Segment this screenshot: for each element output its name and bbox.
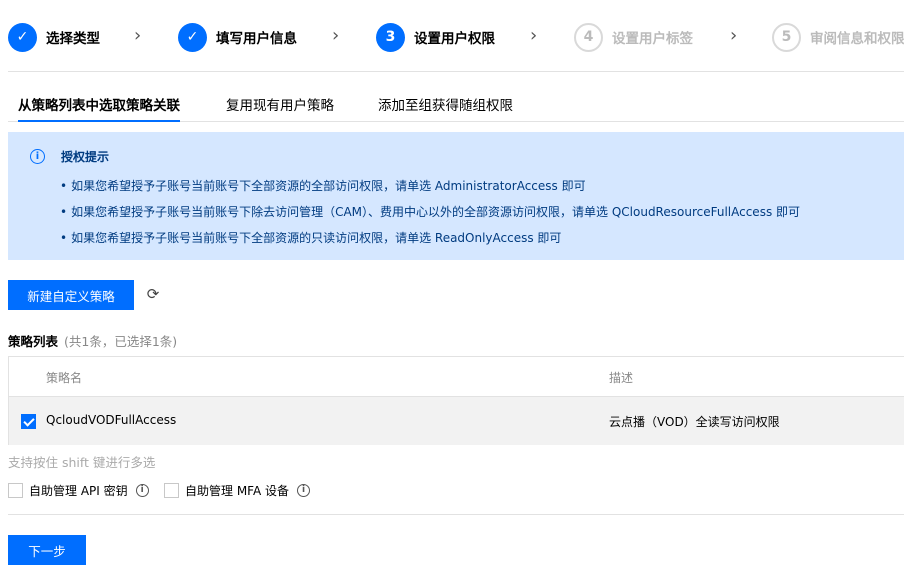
policy-list-header: 策略列表 (共1条，已选择1条) xyxy=(8,331,177,350)
policy-description: 云点播（VOD）全读写访问权限 xyxy=(609,415,780,429)
notice-line: 如果您希望授予子账号当前账号下除去访问管理（CAM）、费用中心以外的全部资源访问… xyxy=(60,203,800,220)
next-step-button[interactable]: 下一步 xyxy=(8,535,86,565)
refresh-icon[interactable]: ⟳ xyxy=(144,285,162,303)
api-key-checkbox[interactable] xyxy=(8,482,23,498)
notice-title: 授权提示 xyxy=(61,150,110,164)
step-label: 设置用户权限 xyxy=(414,31,495,47)
policy-tabs: 从策略列表中选取策略关联 复用现有用户策略 添加至组获得随组权限 xyxy=(8,96,904,122)
table-row[interactable]: QcloudVODFullAccess 云点播（VOD）全读写访问权限 xyxy=(9,397,904,445)
step-number: 5 xyxy=(772,22,801,52)
mfa-device-checkbox[interactable] xyxy=(164,482,179,498)
chevron-right-icon: › xyxy=(530,25,538,46)
chevron-right-icon: › xyxy=(730,25,738,46)
step-set-permissions: 3 设置用户权限 xyxy=(376,22,495,52)
divider xyxy=(8,71,904,72)
chevron-right-icon: › xyxy=(134,25,142,46)
option-label: 自助管理 API 密钥 xyxy=(29,483,128,498)
step-review: 5 审阅信息和权限 xyxy=(772,22,904,52)
table-header: 策略名 描述 xyxy=(9,357,904,397)
step-done-check-icon: ✓ xyxy=(8,22,37,52)
policy-list-title: 策略列表 xyxy=(8,334,59,349)
chevron-right-icon: › xyxy=(332,25,340,46)
step-label: 选择类型 xyxy=(46,31,100,47)
policy-table: 策略名 描述 QcloudVODFullAccess 云点播（VOD）全读写访问… xyxy=(8,356,904,445)
option-label: 自助管理 MFA 设备 xyxy=(185,483,289,498)
step-indicator: ✓ 选择类型 › ✓ 填写用户信息 › 3 设置用户权限 › 4 设置用户标签 … xyxy=(8,22,904,52)
option-mfa-device[interactable]: 自助管理 MFA 设备 i xyxy=(164,481,310,499)
tab-reuse-user-policy[interactable]: 复用现有用户策略 xyxy=(226,96,334,121)
row-checkbox[interactable] xyxy=(21,414,36,429)
tab-add-to-group[interactable]: 添加至组获得随组权限 xyxy=(378,96,513,121)
step-done-check-icon: ✓ xyxy=(178,22,207,52)
info-icon[interactable]: i xyxy=(297,483,310,497)
policy-name: QcloudVODFullAccess xyxy=(46,413,177,427)
authorization-notice: i 授权提示 如果您希望授予子账号当前账号下全部资源的全部访问权限，请单选 Ad… xyxy=(8,132,904,260)
step-user-tags: 4 设置用户标签 xyxy=(574,22,693,52)
step-number: 4 xyxy=(574,22,603,52)
column-header-description: 描述 xyxy=(609,371,634,385)
step-user-info: ✓ 填写用户信息 xyxy=(178,22,297,52)
divider xyxy=(8,514,904,515)
info-icon[interactable]: i xyxy=(135,483,149,497)
step-label: 审阅信息和权限 xyxy=(810,31,904,47)
notice-line: 如果您希望授予子账号当前账号下全部资源的全部访问权限，请单选 Administr… xyxy=(60,177,586,194)
create-custom-policy-button[interactable]: 新建自定义策略 xyxy=(8,280,134,310)
column-header-policy-name: 策略名 xyxy=(46,371,83,385)
option-api-key[interactable]: 自助管理 API 密钥 i xyxy=(8,481,149,499)
step-label: 填写用户信息 xyxy=(216,31,297,47)
step-select-type: ✓ 选择类型 xyxy=(8,22,100,52)
step-label: 设置用户标签 xyxy=(612,31,693,47)
step-number: 3 xyxy=(376,22,405,52)
policy-list-count: (共1条，已选择1条) xyxy=(64,334,178,349)
tab-select-from-list[interactable]: 从策略列表中选取策略关联 xyxy=(18,96,180,122)
notice-line: 如果您希望授予子账号当前账号下全部资源的只读访问权限，请单选 ReadOnlyA… xyxy=(60,229,561,246)
info-icon: i xyxy=(30,149,45,164)
multi-select-hint: 支持按住 shift 键进行多选 xyxy=(8,455,156,470)
